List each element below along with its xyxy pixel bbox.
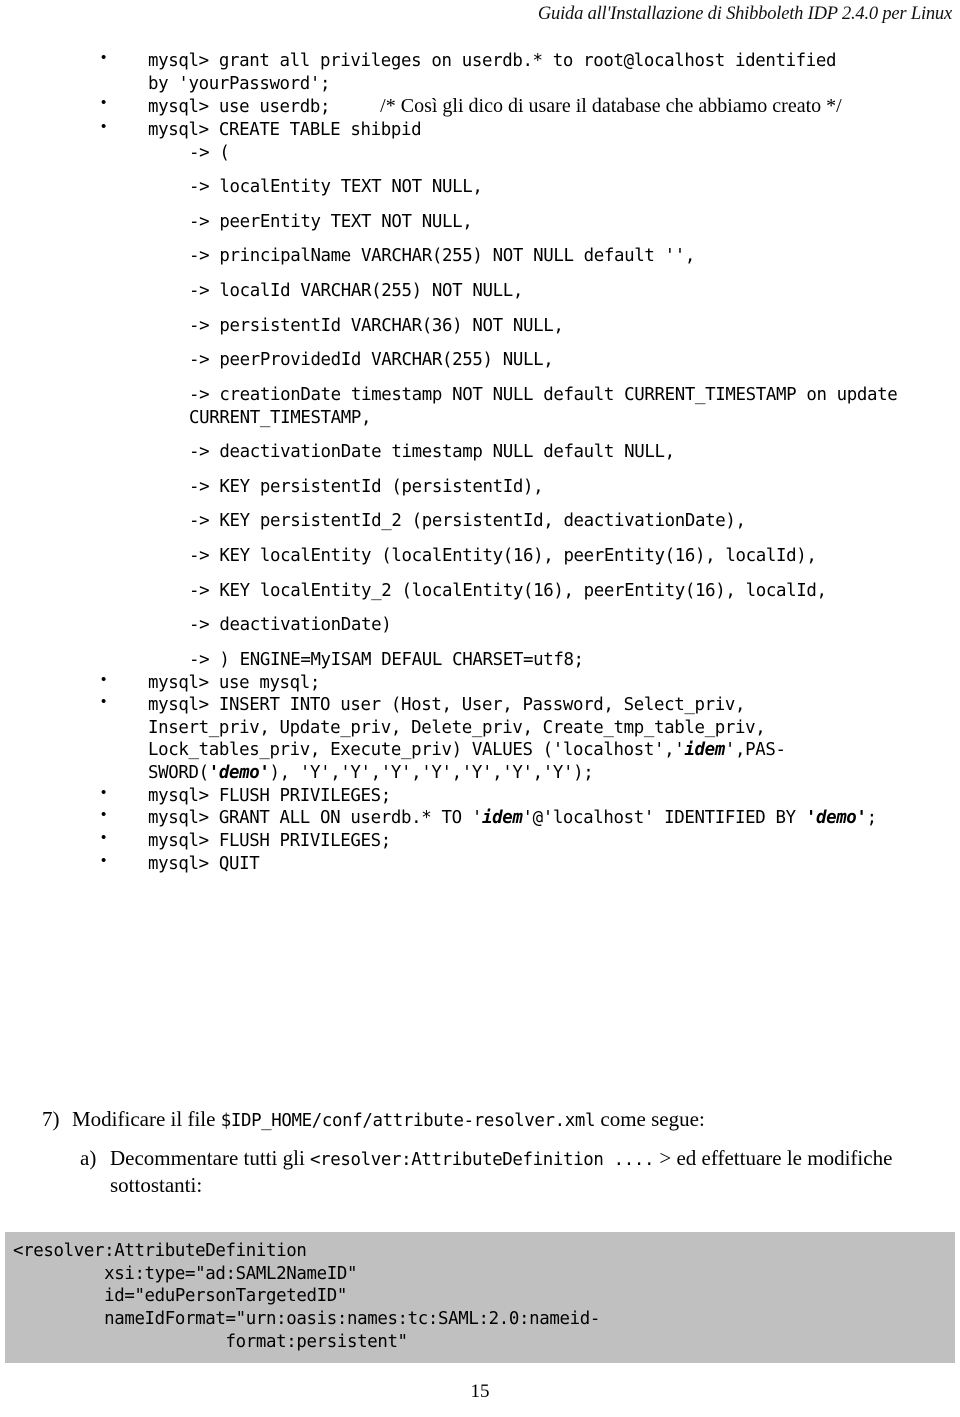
sql-segment-emphasis: 'demo' [208, 763, 270, 783]
command-line: mysql> FLUSH PRIVILEGES; [148, 830, 391, 851]
sql-line: -> creationDate timestamp NOT NULL defau… [189, 384, 908, 428]
outline-item-stepA: a) Decommentare tutti gli <resolver:Attri… [0, 1145, 960, 1199]
list-item: mysql> FLUSH PRIVILEGES; [0, 783, 960, 808]
xml-code-line: id="eduPersonTargetedID" [13, 1286, 347, 1307]
outline-inline-code: <resolver:AttributeDefinition .... [310, 1149, 655, 1170]
command-line: mysql> grant all privileges on userdb.* … [148, 51, 837, 71]
command-line: mysql> use mysql; [148, 672, 321, 693]
sql-line: -> localEntity TEXT NOT NULL, [189, 177, 483, 198]
sql-segment: '@'localhost' IDENTIFIED BY [522, 808, 806, 829]
outline-marker: 7) [42, 1107, 60, 1131]
sql-line: -> peerProvidedId VARCHAR(255) NULL, [189, 350, 554, 371]
list-item: mysql> CREATE TABLE shibpid -> ( -> loca… [0, 117, 960, 672]
command-line: mysql> use userdb; [148, 97, 331, 118]
sql-segment-emphasis: 'demo' [805, 808, 867, 829]
sql-segment: ), 'Y','Y','Y','Y','Y','Y','Y'); [269, 763, 594, 783]
command-comment: /* Così gli dico di usare il database ch… [380, 95, 842, 118]
outline-item-step7: 7) Modificare il file $IDP_HOME/conf/attr… [0, 1106, 960, 1133]
command-line-continuation: by 'yourPassword'; [148, 73, 331, 94]
list-item: mysql> INSERT INTO user (Host, User, Pas… [0, 692, 960, 785]
list-item: mysql> QUIT [0, 851, 960, 876]
sql-line: -> ( [189, 142, 230, 163]
xml-code-line: nameIdFormat="urn:oasis:names:tc:SAML:2.… [13, 1308, 600, 1329]
xml-code-line: xsi:type="ad:SAML2NameID" [13, 1263, 358, 1284]
list-item: mysql> use mysql; [0, 670, 960, 695]
outline-text-before: Modificare il file [72, 1107, 221, 1131]
outline-inline-code: $IDP_HOME/conf/attribute-resolver.xml [220, 1111, 596, 1131]
running-header: Guida all'Installazione di Shibboleth ID… [537, 4, 952, 24]
list-item: mysql> FLUSH PRIVILEGES; [0, 828, 960, 853]
outline-marker: a) [80, 1145, 97, 1170]
command-bullet-list: mysql> grant all privileges on userdb.* … [0, 48, 960, 876]
outline-section: 7) Modificare il file $IDP_HOME/conf/attr… [0, 1106, 960, 1199]
sql-segment: ; [866, 808, 877, 829]
sql-line: -> deactivationDate) [189, 615, 392, 636]
sql-continuation-block: -> ( -> localEntity TEXT NOT NULL, -> pe… [189, 142, 960, 672]
sql-line: -> KEY persistentId_2 (persistentId, dea… [189, 511, 746, 532]
document-page: Guida all'Installazione di Shibboleth ID… [0, 0, 960, 1417]
list-item: mysql> grant all privileges on userdb.* … [0, 48, 960, 95]
sql-line: -> KEY localEntity_2 (localEntity(16), p… [189, 580, 827, 601]
sql-line: -> localId VARCHAR(255) NOT NULL, [189, 281, 523, 301]
sql-segment: mysql> INSERT INTO user (Host, User, Pas… [148, 695, 766, 761]
list-item: mysql> use userdb; /* Così gli dico di us… [0, 93, 960, 119]
sql-segment-emphasis: idem [684, 740, 725, 761]
page-number: 15 [470, 1381, 490, 1402]
list-item: mysql> GRANT ALL ON userdb.* TO 'idem'@'… [0, 805, 960, 830]
command-line: mysql> GRANT ALL ON userdb.* TO 'idem'@'… [148, 807, 960, 830]
xml-code-line: format:persistent" [13, 1331, 409, 1352]
sql-line: -> deactivationDate timestamp NULL defau… [189, 442, 675, 463]
sql-line: -> KEY localEntity (localEntity(16), pee… [189, 546, 817, 566]
sql-line: -> KEY persistentId (persistentId), [189, 476, 544, 497]
command-line: mysql> CREATE TABLE shibpid [148, 119, 422, 140]
outline-text-after: come segue: [595, 1107, 705, 1131]
sql-segment-emphasis: idem [481, 808, 523, 829]
command-line: mysql> FLUSH PRIVILEGES; [148, 785, 391, 806]
xml-code-line: <resolver:AttributeDefinition [13, 1241, 307, 1261]
command-line: mysql> INSERT INTO user (Host, User, Pas… [148, 694, 960, 785]
sql-line: -> ) ENGINE=MyISAM DEFAUL CHARSET=utf8; [189, 649, 584, 670]
sql-line: -> peerEntity TEXT NOT NULL, [189, 211, 473, 232]
sql-line: -> principalName VARCHAR(255) NOT NULL d… [189, 246, 696, 267]
command-line: mysql> QUIT [148, 853, 260, 874]
xml-code-block: <resolver:AttributeDefinition xsi:type="… [5, 1232, 955, 1364]
sql-line: -> persistentId VARCHAR(36) NOT NULL, [189, 315, 564, 336]
page-body: mysql> grant all privileges on userdb.* … [0, 48, 960, 876]
sql-segment: mysql> GRANT ALL ON userdb.* TO ' [148, 808, 482, 829]
outline-text-before: Decommentare tutti gli [110, 1145, 311, 1170]
